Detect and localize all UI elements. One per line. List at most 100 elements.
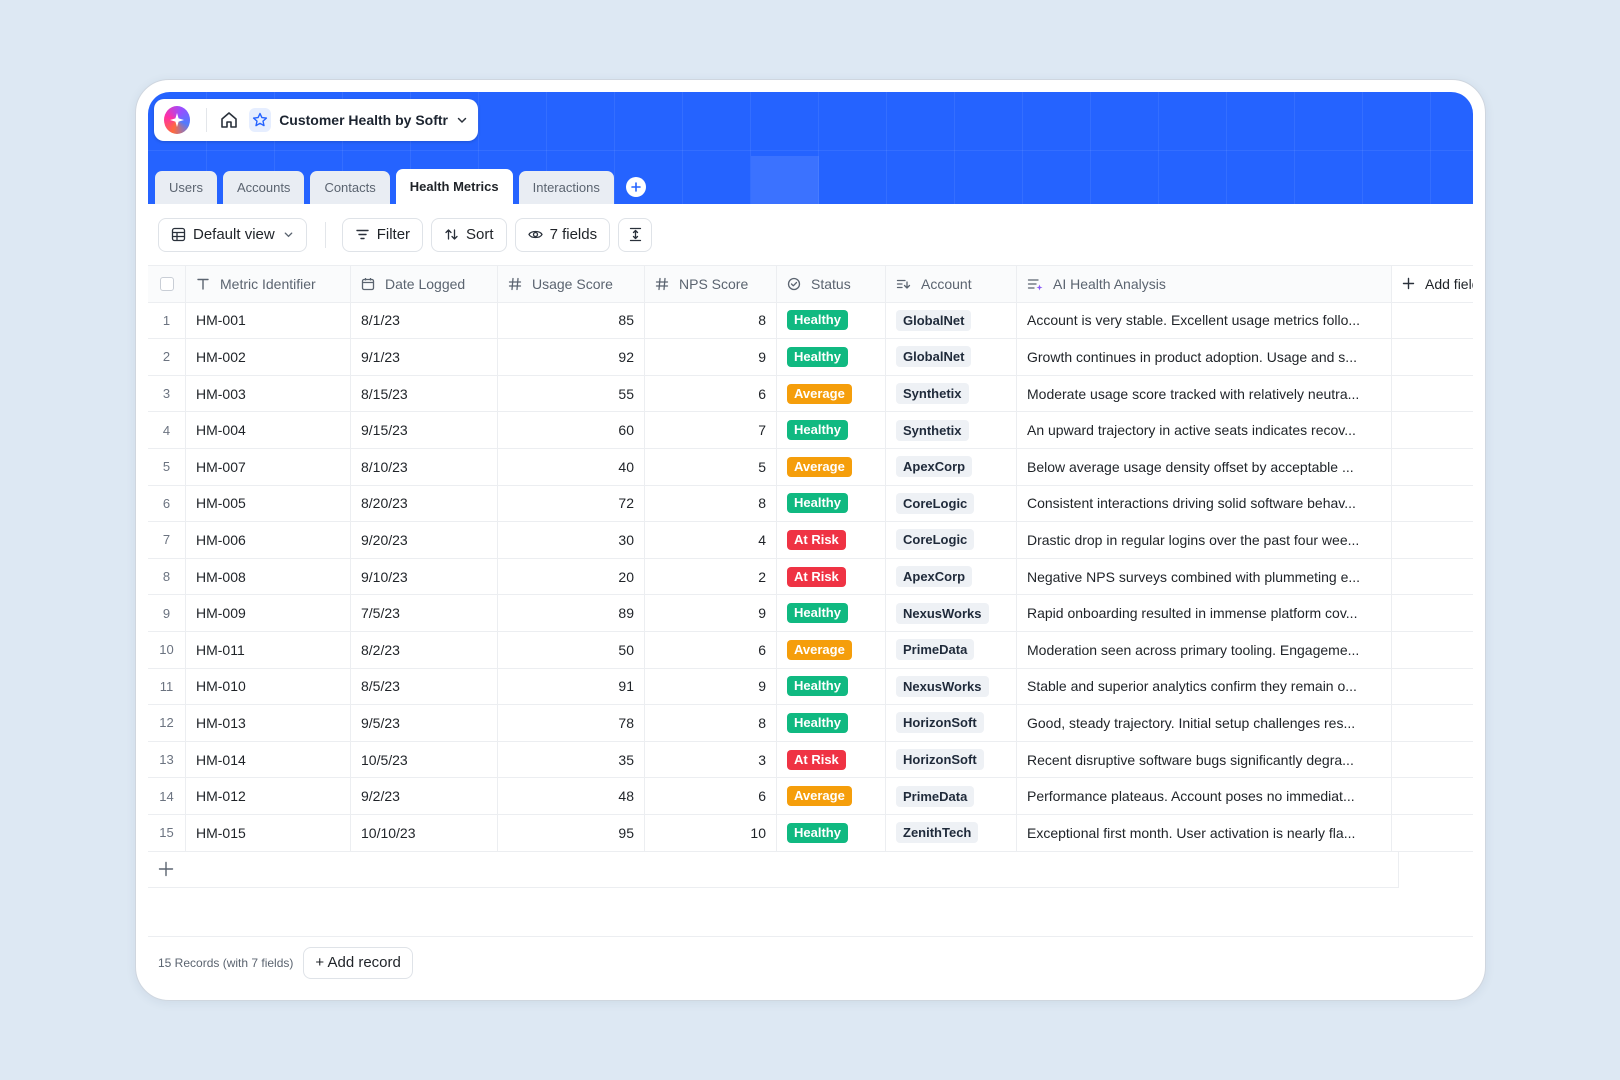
column-header-usage[interactable]: Usage Score: [498, 266, 645, 302]
account-cell[interactable]: GlobalNet: [886, 339, 1017, 375]
column-header-account[interactable]: Account: [886, 266, 1017, 302]
status-cell[interactable]: Healthy: [777, 412, 886, 448]
account-cell[interactable]: HorizonSoft: [886, 705, 1017, 741]
status-cell[interactable]: Healthy: [777, 668, 886, 705]
analysis-cell[interactable]: Consistent interactions driving solid so…: [1017, 485, 1392, 522]
account-cell[interactable]: ApexCorp: [886, 558, 1017, 595]
analysis-cell[interactable]: Moderation seen across primary tooling. …: [1017, 631, 1392, 668]
metric-id-cell[interactable]: HM-012: [186, 778, 351, 814]
add-record-button[interactable]: + Add record: [303, 946, 413, 979]
row-height-button[interactable]: [618, 217, 653, 252]
table-row[interactable]: 4 HM-004 9/15/23 60 7 Healthy Synthetix An upwa…: [148, 412, 1473, 449]
table-row[interactable]: 6 HM-005 8/20/23 72 8 Healthy CoreLogic Consist…: [148, 485, 1473, 523]
account-cell[interactable]: CoreLogic: [886, 485, 1017, 522]
usage-score-cell[interactable]: 48: [498, 778, 645, 814]
account-cell[interactable]: HorizonSoft: [886, 741, 1017, 778]
usage-score-cell[interactable]: 95: [498, 814, 645, 851]
column-header-date[interactable]: Date Logged: [351, 266, 498, 302]
tab-accounts[interactable]: Accounts: [222, 171, 305, 204]
nps-score-cell[interactable]: 10: [645, 814, 777, 851]
analysis-cell[interactable]: Rapid onboarding resulted in immense pla…: [1017, 595, 1392, 631]
date-cell[interactable]: 10/10/23: [351, 814, 498, 851]
usage-score-cell[interactable]: 20: [498, 558, 645, 595]
date-cell[interactable]: 8/1/23: [351, 302, 498, 339]
status-cell[interactable]: Healthy: [777, 339, 886, 375]
nps-score-cell[interactable]: 9: [645, 339, 777, 375]
table-row[interactable]: 8 HM-008 9/10/23 20 2 At Risk ApexCorp Negative…: [148, 558, 1473, 596]
nps-score-cell[interactable]: 6: [645, 778, 777, 814]
usage-score-cell[interactable]: 89: [498, 595, 645, 631]
tab-health-metrics[interactable]: Health Metrics: [395, 169, 513, 204]
analysis-cell[interactable]: Negative NPS surveys combined with plumm…: [1017, 558, 1392, 595]
metric-id-cell[interactable]: HM-006: [186, 522, 351, 558]
usage-score-cell[interactable]: 60: [498, 412, 645, 448]
table-row[interactable]: 11 HM-010 8/5/23 91 9 Healthy NexusWorks Stable…: [148, 668, 1473, 706]
date-cell[interactable]: 9/1/23: [351, 339, 498, 375]
status-cell[interactable]: Healthy: [777, 485, 886, 522]
fields-button[interactable]: 7 fields: [514, 217, 611, 252]
column-header-metric[interactable]: Metric Identifier: [186, 266, 351, 302]
table-row[interactable]: 13 HM-014 10/5/23 35 3 At Risk HorizonSoft Rece…: [148, 741, 1473, 779]
usage-score-cell[interactable]: 92: [498, 339, 645, 375]
metric-id-cell[interactable]: HM-008: [186, 558, 351, 595]
usage-score-cell[interactable]: 85: [498, 302, 645, 339]
date-cell[interactable]: 9/20/23: [351, 522, 498, 558]
account-cell[interactable]: Synthetix: [886, 375, 1017, 412]
metric-id-cell[interactable]: HM-002: [186, 339, 351, 375]
nps-score-cell[interactable]: 4: [645, 522, 777, 558]
tab-interactions[interactable]: Interactions: [518, 171, 614, 204]
date-cell[interactable]: 9/10/23: [351, 558, 498, 595]
nps-score-cell[interactable]: 8: [645, 485, 777, 522]
nps-score-cell[interactable]: 9: [645, 595, 777, 631]
status-cell[interactable]: At Risk: [777, 522, 886, 558]
usage-score-cell[interactable]: 35: [498, 741, 645, 778]
nps-score-cell[interactable]: 8: [645, 302, 777, 339]
date-cell[interactable]: 8/20/23: [351, 485, 498, 522]
add-field-button[interactable]: Add field: [1392, 266, 1473, 302]
status-cell[interactable]: Healthy: [777, 595, 886, 631]
tab-users[interactable]: Users: [155, 171, 217, 204]
analysis-cell[interactable]: Drastic drop in regular logins over the …: [1017, 522, 1392, 558]
account-cell[interactable]: NexusWorks: [886, 595, 1017, 631]
analysis-cell[interactable]: Below average usage density offset by ac…: [1017, 448, 1392, 485]
status-cell[interactable]: Healthy: [777, 705, 886, 741]
date-cell[interactable]: 8/5/23: [351, 668, 498, 705]
table-row[interactable]: 7 HM-006 9/20/23 30 4 At Risk CoreLogic Drastic…: [148, 522, 1473, 559]
date-cell[interactable]: 10/5/23: [351, 741, 498, 778]
app-switcher[interactable]: Customer Health by Softr: [154, 99, 478, 141]
metric-id-cell[interactable]: HM-013: [186, 705, 351, 741]
table-row[interactable]: 3 HM-003 8/15/23 55 6 Average Synthetix Moderat…: [148, 375, 1473, 413]
metric-id-cell[interactable]: HM-011: [186, 631, 351, 668]
add-row-button[interactable]: [148, 851, 1399, 888]
chevron-down-icon[interactable]: [456, 114, 468, 126]
status-cell[interactable]: Healthy: [777, 814, 886, 851]
table-row[interactable]: 15 HM-015 10/10/23 95 10 Healthy ZenithTech Exc…: [148, 814, 1473, 852]
column-header-nps[interactable]: NPS Score: [645, 266, 777, 302]
status-cell[interactable]: Average: [777, 448, 886, 485]
date-cell[interactable]: 8/15/23: [351, 375, 498, 412]
table-row[interactable]: 2 HM-002 9/1/23 92 9 Healthy GlobalNet Growth c…: [148, 339, 1473, 376]
metric-id-cell[interactable]: HM-003: [186, 375, 351, 412]
add-table-icon[interactable]: [625, 177, 646, 197]
analysis-cell[interactable]: Moderate usage score tracked with relati…: [1017, 375, 1392, 412]
home-icon[interactable]: [219, 109, 239, 131]
status-cell[interactable]: Average: [777, 631, 886, 668]
account-cell[interactable]: GlobalNet: [886, 302, 1017, 339]
status-cell[interactable]: At Risk: [777, 741, 886, 778]
metric-id-cell[interactable]: HM-014: [186, 741, 351, 778]
analysis-cell[interactable]: Growth continues in product adoption. Us…: [1017, 339, 1392, 375]
sort-button[interactable]: Sort: [431, 217, 507, 252]
nps-score-cell[interactable]: 8: [645, 705, 777, 741]
metric-id-cell[interactable]: HM-010: [186, 668, 351, 705]
table-row[interactable]: 14 HM-012 9/2/23 48 6 Average PrimeData Perform…: [148, 778, 1473, 815]
status-cell[interactable]: At Risk: [777, 558, 886, 595]
filter-button[interactable]: Filter: [341, 217, 424, 252]
analysis-cell[interactable]: Performance plateaus. Account poses no i…: [1017, 778, 1392, 814]
column-header-analysis[interactable]: AI Health Analysis: [1017, 266, 1392, 302]
tab-contacts[interactable]: Contacts: [310, 171, 390, 204]
table-row[interactable]: 9 HM-009 7/5/23 89 9 Healthy NexusWorks Rapid o…: [148, 595, 1473, 632]
usage-score-cell[interactable]: 50: [498, 631, 645, 668]
usage-score-cell[interactable]: 40: [498, 448, 645, 485]
date-cell[interactable]: 8/10/23: [351, 448, 498, 485]
nps-score-cell[interactable]: 2: [645, 558, 777, 595]
